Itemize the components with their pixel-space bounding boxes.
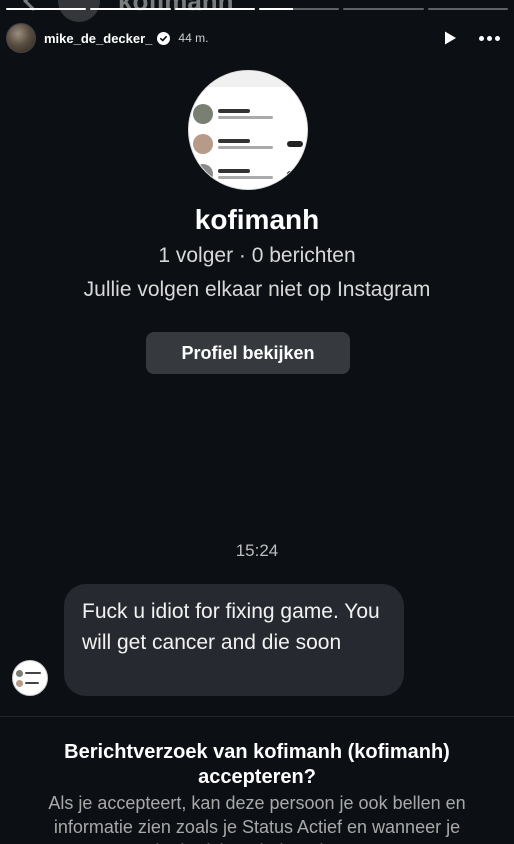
story-username[interactable]: mike_de_decker_ [44, 31, 152, 46]
divider [0, 716, 514, 717]
message-bubble[interactable]: Fuck u idiot for fixing game. You will g… [64, 584, 404, 696]
ghost-avatar [58, 0, 100, 22]
story-progress-segment [90, 8, 171, 10]
message-timestamp: 15:24 [235, 541, 279, 560]
verified-badge-icon [157, 31, 171, 45]
profile-picture[interactable] [188, 70, 308, 190]
request-title: Berichtverzoek van kofimanh (kofimanh) a… [64, 741, 450, 788]
story-progress-segment [343, 8, 424, 10]
story-progress-fill [90, 8, 171, 10]
request-body: Als je accepteert, kan deze persoon je o… [48, 793, 466, 844]
story-progress-fill [258, 8, 293, 10]
play-icon[interactable] [438, 26, 462, 50]
more-horizontal-icon[interactable] [474, 26, 504, 50]
profile-name: kofimanh [194, 204, 320, 235]
story-progress-fill [174, 8, 255, 10]
story-progress-bar [6, 8, 508, 11]
story-progress-segment [174, 8, 255, 10]
story-user-avatar[interactable] [6, 23, 36, 53]
profile-mutual-status: Jullie volgen elkaar niet op Instagram [83, 278, 431, 301]
story-time-ago: 44 m. [178, 31, 209, 45]
story-progress-segment [6, 8, 87, 10]
story-header: mike_de_decker_ 44 m. [6, 22, 504, 54]
story-progress-segment [258, 8, 340, 10]
story-progress-segment [427, 8, 508, 10]
sender-avatar[interactable] [12, 660, 48, 696]
view-profile-button[interactable]: Profiel bekijken [146, 332, 350, 374]
profile-stats: 1 volger · 0 berichten [158, 244, 356, 267]
story-progress-fill [6, 8, 87, 10]
